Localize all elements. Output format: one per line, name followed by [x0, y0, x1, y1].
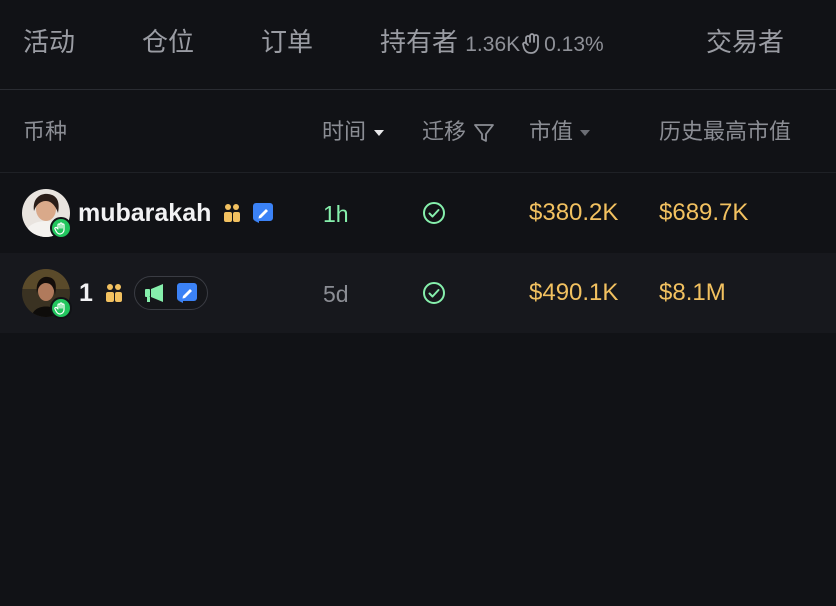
people-icon: [102, 281, 126, 310]
time-header-label: 时间: [322, 119, 367, 144]
caret-down-icon: [372, 119, 386, 144]
grab-hand-icon: [520, 27, 544, 57]
holders-percentage: 0.13%: [544, 33, 604, 56]
token-name[interactable]: 1: [79, 278, 93, 308]
migrate-header-label: 迁移: [422, 119, 467, 144]
column-header-migrate[interactable]: 迁移: [422, 118, 496, 146]
avatar[interactable]: [22, 269, 72, 319]
tab-holders-label: 持有者: [380, 27, 459, 57]
caret-down-icon: [579, 119, 591, 144]
tab-positions[interactable]: 仓位: [142, 26, 194, 58]
holders-count: 1.36K: [465, 33, 521, 56]
token-name[interactable]: mubarakah: [78, 198, 211, 228]
tab-bar: 活动 仓位 订单 持有者 1.36K 0.13% 交易者: [0, 0, 836, 90]
column-header-market-cap[interactable]: 市值: [529, 118, 591, 146]
tab-holders[interactable]: 持有者 1.36K 0.13%: [380, 26, 604, 61]
pencil-badge-icon: [251, 201, 275, 230]
time-value: 1h: [323, 201, 349, 227]
time-value: 5d: [323, 281, 349, 307]
hand-wave-icon: [50, 297, 72, 319]
column-header-time[interactable]: 时间: [322, 118, 386, 146]
ath-market-cap-value: $689.7K: [659, 199, 749, 226]
market-cap-value: $490.1K: [529, 279, 619, 306]
column-header-token: 币种: [23, 119, 68, 144]
market-cap-header-label: 市值: [529, 119, 574, 144]
tab-activity[interactable]: 活动: [23, 26, 75, 58]
avatar[interactable]: [22, 189, 72, 239]
pencil-badge-icon: [175, 281, 199, 310]
market-cap-value: $380.2K: [529, 199, 619, 226]
column-header-ath-market-cap: 历史最高市值: [659, 119, 792, 144]
tab-traders[interactable]: 交易者: [706, 26, 784, 58]
megaphone-icon: [143, 281, 167, 310]
ath-market-cap-value: $8.1M: [659, 279, 726, 306]
check-circle-icon: [422, 281, 446, 310]
people-icon: [220, 201, 244, 230]
funnel-icon[interactable]: [472, 119, 496, 144]
tab-orders[interactable]: 订单: [261, 26, 313, 58]
hand-wave-icon: [50, 217, 72, 239]
check-circle-icon: [422, 201, 446, 230]
